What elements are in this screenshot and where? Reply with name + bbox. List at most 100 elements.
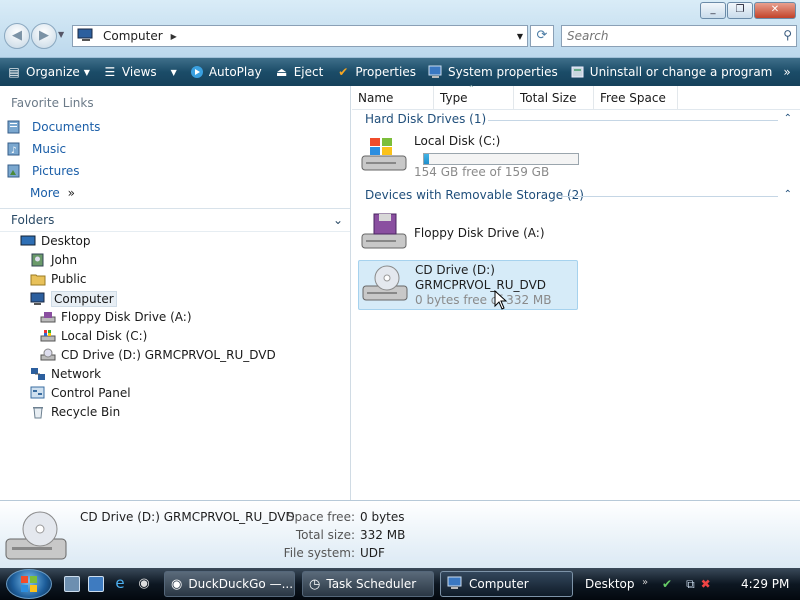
taskbar-button-task-scheduler[interactable]: ◷ Task Scheduler	[302, 571, 434, 597]
drive-name: Local Disk (C:)	[414, 134, 501, 148]
breadcrumb-arrow-icon[interactable]: ▶	[171, 32, 177, 41]
organize-icon: ▤	[8, 65, 20, 79]
internet-explorer-icon[interactable]: e	[112, 576, 128, 592]
favorite-link-documents[interactable]: Documents	[6, 120, 100, 134]
folders-title: Folders	[11, 213, 55, 227]
network-icon	[30, 367, 46, 381]
taskbar-button-computer[interactable]: Computer	[440, 571, 573, 597]
details-pane: CD Drive (D:) GRMCPRVOL_RU_DVD Space fre…	[0, 500, 800, 568]
column-header-label: Type	[440, 91, 468, 105]
taskbar: e ◉ ◉ DuckDuckGo —... ◷ Task Scheduler C…	[0, 568, 800, 600]
favorite-link-label: Pictures	[32, 164, 80, 178]
group-header-hard-disk-drives[interactable]: Hard Disk Drives (1)	[365, 112, 486, 126]
uninstall-program-button[interactable]: Uninstall or change a program	[564, 60, 779, 84]
disk-usage-bar	[423, 153, 579, 165]
total-size-value: 332 MB	[360, 528, 406, 542]
chevron-down-icon[interactable]: ⌄	[333, 209, 343, 231]
window-controls: _ ❐ ✕	[700, 2, 796, 19]
search-input[interactable]	[562, 26, 762, 46]
column-header-name[interactable]: Name	[352, 86, 434, 110]
computer-icon	[30, 292, 46, 306]
search-icon[interactable]: ⚲	[783, 28, 792, 42]
organize-button[interactable]: ▤ Organize ▼	[0, 60, 96, 84]
cd-drive-icon	[40, 348, 56, 362]
tree-item-network[interactable]: Network	[30, 367, 101, 381]
switch-windows-icon[interactable]	[88, 576, 104, 592]
recent-pages-dropdown-icon[interactable]: ▼	[58, 30, 64, 39]
favorite-link-pictures[interactable]: Pictures	[6, 164, 80, 178]
tree-item-local-disk[interactable]: Local Disk (C:)	[40, 329, 147, 343]
system-properties-label: System properties	[447, 65, 558, 79]
tree-item-label: Computer	[51, 291, 117, 307]
address-dropdown-icon[interactable]: ▼	[517, 32, 523, 41]
properties-label: Properties	[355, 65, 416, 79]
tree-item-control-panel[interactable]: Control Panel	[30, 386, 131, 400]
maximize-button[interactable]: ❐	[727, 2, 753, 19]
tree-item-cd-drive[interactable]: CD Drive (D:) GRMCPRVOL_RU_DVD	[40, 348, 276, 362]
column-header-free-space[interactable]: Free Space	[594, 86, 678, 110]
minimize-button[interactable]: _	[700, 2, 726, 19]
address-bar[interactable]: Computer ▶ ▼	[72, 25, 528, 47]
autoplay-label: AutoPlay	[208, 65, 262, 79]
network-tray-icon[interactable]: ⧉	[686, 577, 695, 592]
address-location[interactable]: Computer	[103, 29, 163, 43]
favorite-links-heading: Favorite Links	[11, 96, 94, 110]
close-button[interactable]: ✕	[754, 2, 796, 19]
collapse-group-icon[interactable]: ⌃	[784, 113, 792, 124]
column-header-type[interactable]: ⌃ Type	[434, 84, 514, 110]
favorite-link-music[interactable]: ♪ Music	[6, 142, 66, 156]
tree-item-public[interactable]: Public	[30, 272, 87, 286]
clock-icon: ◷	[309, 576, 321, 592]
tree-item-computer[interactable]: Computer	[30, 291, 117, 307]
tree-item-floppy[interactable]: Floppy Disk Drive (A:)	[40, 310, 192, 324]
forward-button[interactable]: ▶	[31, 23, 57, 49]
toolbar-overflow-button[interactable]: »	[778, 65, 795, 79]
column-header-total-size[interactable]: Total Size	[514, 86, 594, 110]
tree-item-label: John	[51, 253, 78, 267]
toolbar-overflow-icon[interactable]: »	[642, 577, 648, 588]
drive-item-floppy[interactable]: Floppy Disk Drive (A:)	[360, 212, 590, 254]
system-properties-button[interactable]: System properties	[422, 60, 564, 84]
drive-item-cd-drive[interactable]: CD Drive (D:) GRMCPRVOL_RU_DVD 0 bytes f…	[358, 260, 578, 310]
back-button[interactable]: ◀	[4, 23, 30, 49]
tree-item-label: CD Drive (D:) GRMCPRVOL_RU_DVD	[61, 348, 276, 362]
desktop-toolbar-button[interactable]: Desktop	[585, 577, 635, 591]
cd-drive-large-icon	[4, 509, 68, 568]
more-favorites-link[interactable]: More »	[30, 186, 75, 200]
folders-header[interactable]: Folders ⌄	[0, 208, 350, 232]
autoplay-button[interactable]: AutoPlay	[183, 60, 268, 84]
taskbar-button-duckduckgo[interactable]: ◉ DuckDuckGo —...	[164, 571, 295, 597]
tree-item-label: Public	[51, 272, 87, 286]
tree-item-desktop[interactable]: Desktop	[20, 234, 91, 248]
taskbar-button-label: DuckDuckGo —...	[188, 577, 294, 591]
duckduckgo-launcher-icon[interactable]: ◉	[136, 576, 152, 592]
views-button[interactable]: ☰ Views ▼	[96, 60, 183, 84]
tree-item-recycle-bin[interactable]: Recycle Bin	[30, 405, 120, 419]
drive-name: CD Drive (D:)	[415, 263, 495, 277]
navigation-pane: Favorite Links Documents ♪ Music Picture…	[0, 86, 351, 500]
eject-button[interactable]: ⏏ Eject	[268, 60, 330, 84]
properties-checkmark-icon: ✔	[338, 65, 349, 79]
search-box[interactable]: ⚲	[561, 25, 797, 47]
security-shield-icon[interactable]: ✔	[662, 577, 672, 591]
browser-icon: ◉	[171, 576, 183, 592]
tree-item-label: Desktop	[41, 234, 91, 248]
volume-muted-icon[interactable]: ✖	[701, 577, 711, 591]
space-free-value: 0 bytes	[360, 510, 405, 524]
hard-disk-icon	[40, 329, 56, 343]
column-headers: Name ⌃ Type Total Size Free Space	[352, 84, 800, 110]
clock[interactable]: 4:29 PM	[741, 577, 789, 591]
desktop-icon	[20, 234, 36, 248]
group-header-removable-storage[interactable]: Devices with Removable Storage (2)	[365, 188, 584, 202]
recycle-bin-icon	[30, 405, 46, 419]
more-label: More	[30, 186, 60, 200]
drive-item-local-disk[interactable]: Local Disk (C:) 154 GB free of 159 GB	[360, 134, 590, 180]
properties-button[interactable]: ✔ Properties	[329, 60, 422, 84]
refresh-button[interactable]: ⟳	[530, 25, 554, 47]
tree-item-john[interactable]: John	[30, 253, 77, 267]
show-desktop-icon[interactable]	[64, 576, 80, 592]
start-button[interactable]	[6, 569, 52, 599]
space-free-label: Space free:	[286, 510, 355, 524]
system-properties-icon	[428, 65, 444, 79]
collapse-group-icon[interactable]: ⌃	[784, 189, 792, 200]
